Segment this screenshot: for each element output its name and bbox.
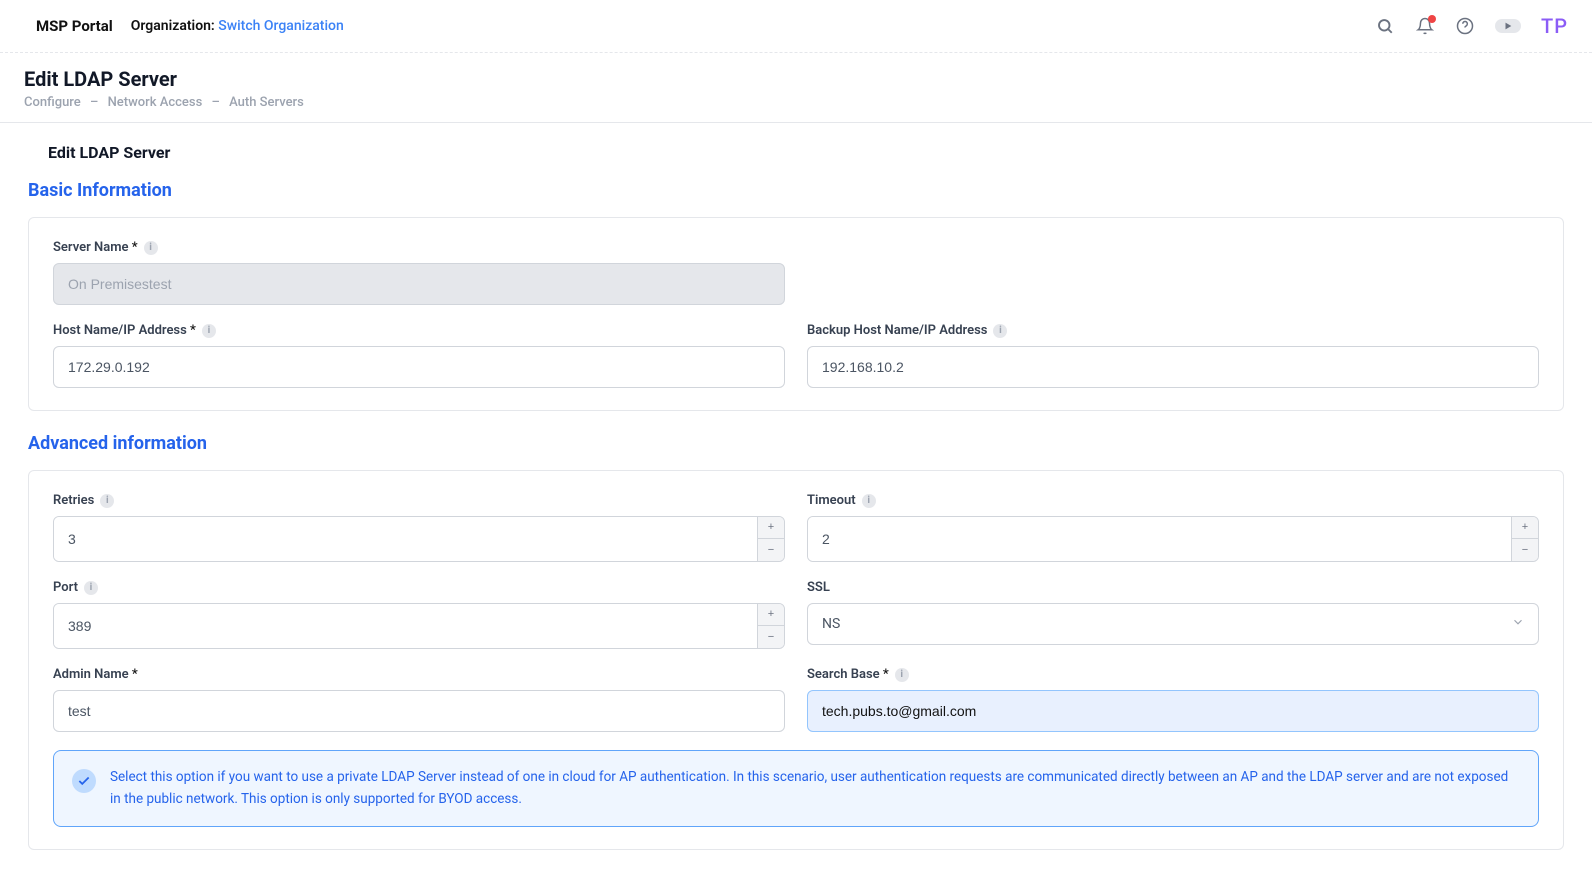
portal-name: MSP Portal: [36, 17, 113, 35]
timeout-stepper[interactable]: + −: [807, 516, 1539, 562]
retries-input[interactable]: [54, 517, 757, 561]
port-increment-button[interactable]: +: [758, 604, 784, 626]
organization-block: Organization: Switch Organization: [131, 18, 344, 34]
switch-org-link[interactable]: Switch Organization: [218, 18, 344, 34]
page-header: Edit LDAP Server Configure – Network Acc…: [0, 53, 1592, 123]
timeout-input[interactable]: [808, 517, 1511, 561]
search-base-label: Search Base i: [807, 667, 1539, 682]
topbar-left: MSP Portal Organization: Switch Organiza…: [36, 17, 344, 35]
retries-label: Retries i: [53, 493, 785, 508]
avatar[interactable]: TP: [1541, 14, 1568, 38]
breadcrumb-separator-icon: –: [212, 95, 220, 110]
notifications-icon[interactable]: [1415, 16, 1435, 36]
backup-host-label: Backup Host Name/IP Address i: [807, 323, 1539, 338]
org-label: Organization:: [131, 18, 215, 34]
server-name-label: Server Name i: [53, 240, 785, 255]
breadcrumb-separator-icon: –: [90, 95, 98, 110]
server-name-input: [53, 263, 785, 305]
breadcrumb-item[interactable]: Auth Servers: [229, 95, 304, 110]
breadcrumb: Configure – Network Access – Auth Server…: [24, 95, 1568, 110]
info-icon[interactable]: i: [895, 668, 909, 682]
info-alert-text: Select this option if you want to use a …: [110, 767, 1520, 810]
retries-increment-button[interactable]: +: [758, 517, 784, 539]
advanced-info-panel: Retries i + − Timeout i: [28, 470, 1564, 850]
info-icon[interactable]: i: [144, 241, 158, 255]
info-icon[interactable]: i: [84, 581, 98, 595]
help-icon[interactable]: [1455, 16, 1475, 36]
backup-host-input[interactable]: [807, 346, 1539, 388]
info-icon[interactable]: i: [202, 324, 216, 338]
ssl-value[interactable]: NS: [807, 603, 1539, 645]
hostname-input[interactable]: [53, 346, 785, 388]
play-badge-icon[interactable]: [1495, 19, 1521, 33]
basic-info-panel: Server Name i Host Name/IP Address i Bac…: [28, 217, 1564, 411]
info-alert: Select this option if you want to use a …: [53, 750, 1539, 827]
ssl-label: SSL: [807, 580, 1539, 595]
timeout-increment-button[interactable]: +: [1512, 517, 1538, 539]
port-stepper[interactable]: + −: [53, 603, 785, 649]
admin-name-label: Admin Name: [53, 667, 785, 682]
section-title-basic: Basic Information: [28, 180, 1564, 201]
info-icon[interactable]: i: [993, 324, 1007, 338]
timeout-decrement-button[interactable]: −: [1512, 539, 1538, 561]
search-icon[interactable]: [1375, 16, 1395, 36]
port-decrement-button[interactable]: −: [758, 626, 784, 648]
info-icon[interactable]: i: [100, 494, 114, 508]
timeout-label: Timeout i: [807, 493, 1539, 508]
hostname-label: Host Name/IP Address i: [53, 323, 785, 338]
admin-name-input[interactable]: [53, 690, 785, 732]
breadcrumb-item[interactable]: Configure: [24, 95, 81, 110]
page-title: Edit LDAP Server: [24, 67, 1568, 91]
content-area: Edit LDAP Server Basic Information Serve…: [0, 123, 1592, 892]
topbar: MSP Portal Organization: Switch Organiza…: [0, 0, 1592, 53]
retries-decrement-button[interactable]: −: [758, 539, 784, 561]
ssl-select[interactable]: NS: [807, 603, 1539, 645]
port-label: Port i: [53, 580, 785, 595]
notification-dot-icon: [1428, 15, 1436, 23]
topbar-right: TP: [1375, 14, 1568, 38]
check-icon: [72, 769, 96, 793]
search-base-input[interactable]: [807, 690, 1539, 732]
section-title-advanced: Advanced information: [28, 433, 1564, 454]
port-input[interactable]: [54, 604, 757, 648]
retries-stepper[interactable]: + −: [53, 516, 785, 562]
info-icon[interactable]: i: [862, 494, 876, 508]
card-title: Edit LDAP Server: [48, 143, 1544, 162]
breadcrumb-item[interactable]: Network Access: [108, 95, 203, 110]
